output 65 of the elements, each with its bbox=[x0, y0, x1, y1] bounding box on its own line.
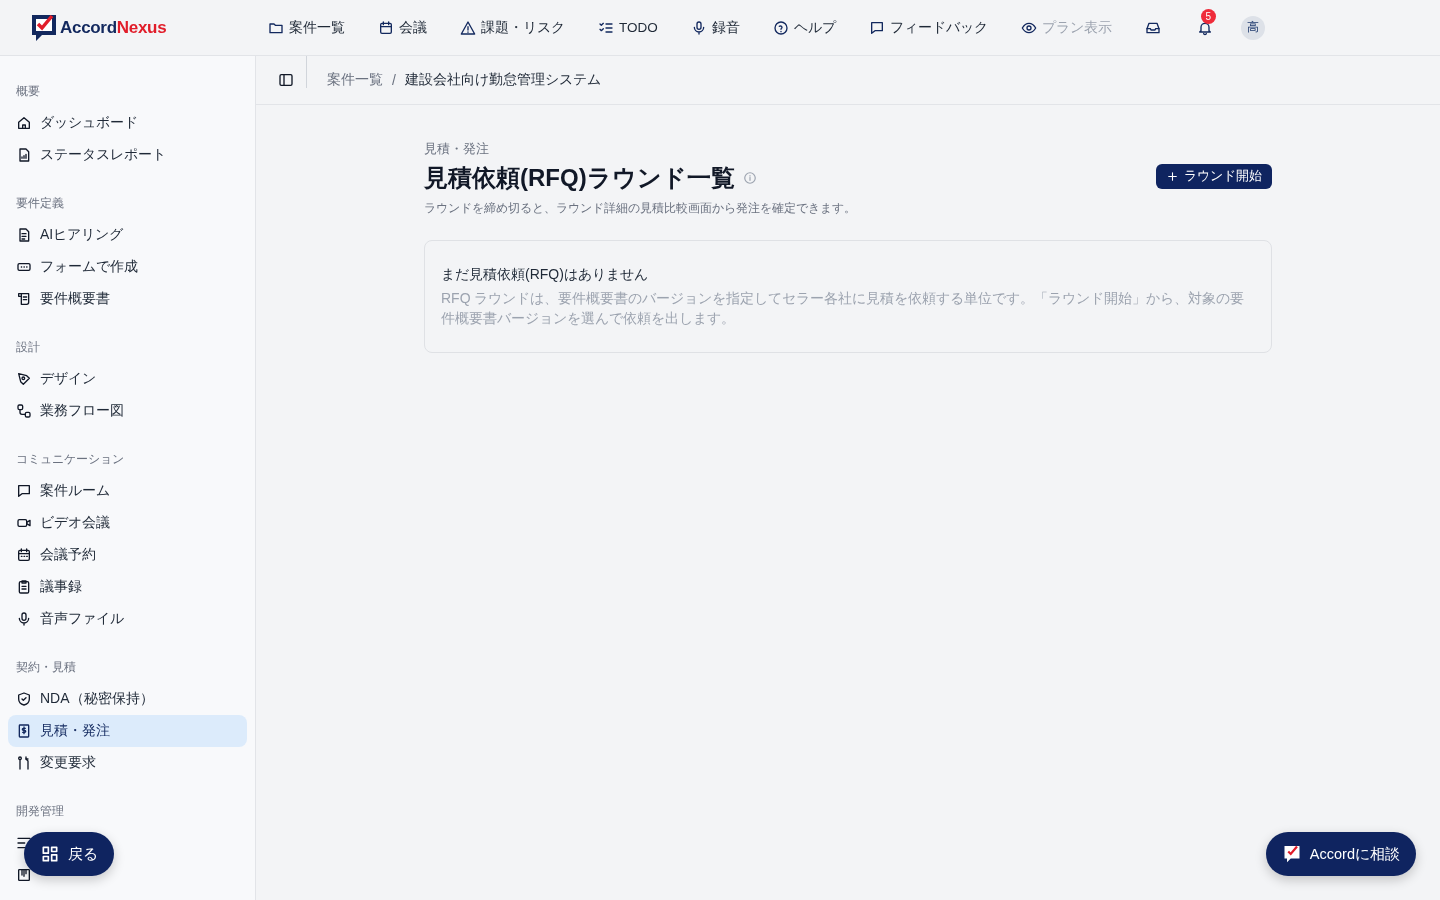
document-icon bbox=[16, 227, 32, 243]
report-icon bbox=[16, 147, 32, 163]
nav-link[interactable]: 録音 bbox=[690, 18, 740, 37]
breadcrumb-current: 建設会社向け勤怠管理システム bbox=[404, 71, 601, 89]
sidebar-item[interactable]: 見積・発注 bbox=[8, 715, 247, 747]
sidebar-item[interactable]: ビデオ会議 bbox=[8, 507, 247, 539]
flow-icon bbox=[16, 403, 32, 419]
clipboard-icon bbox=[16, 579, 32, 595]
sidebar-toggle-icon bbox=[278, 72, 294, 88]
sidebar-item[interactable]: ダッシュボード bbox=[8, 107, 247, 139]
user-avatar[interactable]: 高 bbox=[1240, 15, 1265, 40]
sidebar-item[interactable]: NDA（秘密保持） bbox=[8, 683, 247, 715]
branch-icon bbox=[16, 755, 32, 771]
chat-icon bbox=[868, 19, 885, 36]
nav-link[interactable]: TODO bbox=[598, 19, 658, 36]
pen-icon bbox=[16, 371, 32, 387]
sidebar-item[interactable]: フォームで作成 bbox=[8, 251, 247, 283]
empty-state-title: まだ見積依頼(RFQ)はありません bbox=[441, 266, 649, 284]
shield-icon bbox=[16, 691, 32, 707]
logo-text: AccordNexus bbox=[60, 17, 167, 38]
nav-link[interactable]: フィードバック bbox=[868, 18, 988, 37]
home-icon bbox=[16, 115, 32, 131]
sidebar-item[interactable]: 案件ルーム bbox=[8, 475, 247, 507]
sidebar-item[interactable]: デザイン bbox=[8, 363, 247, 395]
plus-icon bbox=[1166, 170, 1179, 183]
breadcrumb-link[interactable]: 案件一覧 bbox=[327, 71, 383, 89]
start-round-button[interactable]: ラウンド開始 bbox=[1156, 164, 1272, 189]
timeline-icon bbox=[16, 835, 32, 851]
sidebar-item[interactable]: ステータスレポート bbox=[8, 139, 247, 171]
breadcrumb-separator: / bbox=[392, 72, 396, 88]
nav-link[interactable]: ヘルプ bbox=[772, 18, 836, 37]
section-heading: 概要 bbox=[15, 82, 41, 100]
section-heading: 要件定義 bbox=[15, 194, 65, 212]
nav-link[interactable]: 案件一覧 bbox=[268, 18, 345, 37]
page-eyebrow: 見積・発注 bbox=[424, 140, 490, 158]
sidebar-item[interactable]: 業務フロー図 bbox=[8, 395, 247, 427]
calendar-icon bbox=[16, 547, 32, 563]
notification-badge: 5 bbox=[1200, 8, 1216, 24]
sidebar-item[interactable]: 音声ファイル bbox=[8, 603, 247, 635]
sidebar-item[interactable]: 会議予約 bbox=[8, 539, 247, 571]
section-heading: 開発管理 bbox=[15, 802, 65, 820]
section-heading: 設計 bbox=[15, 338, 41, 356]
kanban-icon bbox=[16, 867, 32, 883]
chat-icon bbox=[16, 483, 32, 499]
empty-state-description: RFQ ラウンドは、要件概要書のバージョンを指定してセラー各社に見積を依頼する単位です。「ラウンド開始」から、対象の要件概要書バージョンを選んで依頼を出します。 bbox=[441, 289, 1246, 328]
page-subtitle: ラウンドを締め切ると、ラウンド詳細の見積比較画面から発注を確定できます。 bbox=[424, 200, 856, 217]
warning-icon bbox=[460, 19, 476, 36]
back-button[interactable]: 戻る bbox=[24, 832, 114, 876]
info-icon bbox=[742, 171, 757, 185]
scroll-icon bbox=[16, 291, 32, 307]
nav-link[interactable]: 会議 bbox=[378, 18, 427, 37]
microphone-icon bbox=[16, 611, 32, 627]
sidebar-item[interactable]: 議事録 bbox=[8, 571, 247, 603]
sidebar-item[interactable]: AIヒアリング bbox=[8, 219, 247, 251]
grid-icon bbox=[40, 844, 60, 864]
section-heading: 契約・見積 bbox=[15, 658, 77, 676]
receipt-icon bbox=[16, 723, 32, 739]
consult-button[interactable]: Accordに相談 bbox=[1265, 832, 1416, 876]
page-title: 見積依頼(RFQ)ラウンド一覧 bbox=[424, 163, 735, 193]
section-heading: コミュニケーション bbox=[15, 450, 125, 468]
sidebar-item[interactable]: 変更要求 bbox=[8, 747, 247, 779]
sidebar-item[interactable]: 要件概要書 bbox=[8, 283, 247, 315]
calendar-icon bbox=[378, 19, 394, 36]
help-icon bbox=[772, 19, 789, 36]
nav-link[interactable]: 課題・リスク bbox=[460, 18, 565, 37]
